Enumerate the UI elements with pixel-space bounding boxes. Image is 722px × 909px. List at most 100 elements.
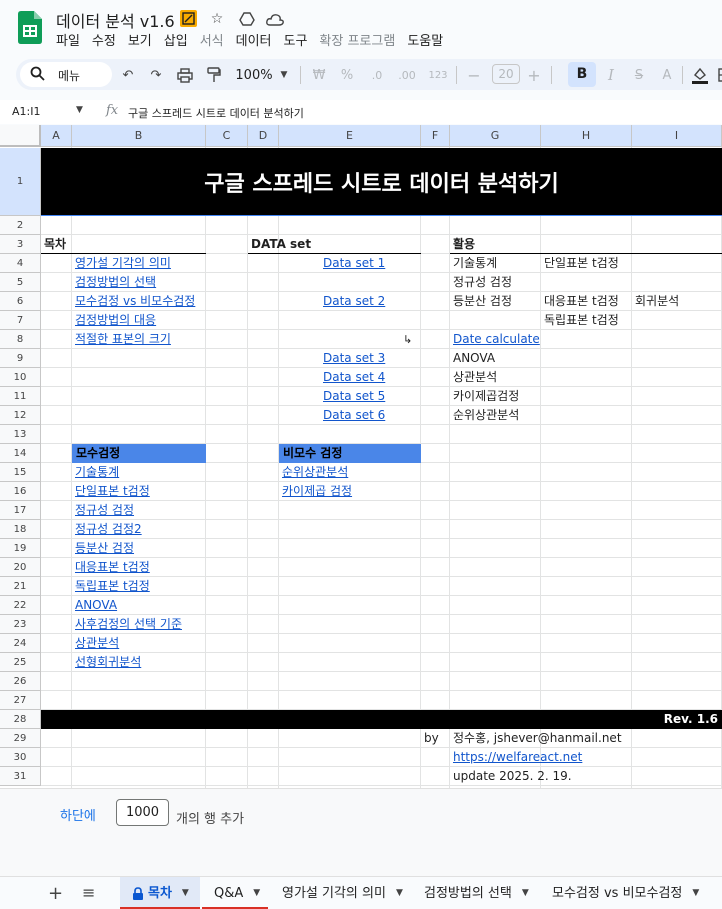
row-header-18[interactable]: 18	[0, 520, 41, 539]
row-header-24[interactable]: 24	[0, 634, 41, 653]
column-header-a[interactable]: A	[41, 125, 72, 147]
dataset-link[interactable]: Data set 6	[323, 406, 385, 425]
param-test-link[interactable]: 선형회귀분석	[75, 653, 245, 672]
param-test-link[interactable]: 정규성 검정	[75, 501, 245, 520]
row-header-19[interactable]: 19	[0, 539, 41, 558]
param-test-link[interactable]: 상관분석	[75, 634, 245, 653]
borders-icon[interactable]	[716, 65, 722, 85]
print-icon[interactable]	[175, 65, 195, 85]
row-header-15[interactable]: 15	[0, 463, 41, 482]
menu-extensions[interactable]: 확장 프로그램	[313, 32, 401, 52]
undo-icon[interactable]: ↶	[119, 65, 137, 85]
column-header-e[interactable]: E	[279, 125, 421, 147]
chevron-down-icon[interactable]: ▼	[522, 877, 529, 909]
add-sheet-icon[interactable]: +	[48, 883, 63, 904]
column-header-d[interactable]: D	[248, 125, 279, 147]
row-header-21[interactable]: 21	[0, 577, 41, 596]
row-header-12[interactable]: 12	[0, 406, 41, 425]
add-rows-button[interactable]: 하단에	[60, 805, 96, 824]
param-test-link[interactable]: 대응표본 t검정	[75, 558, 245, 577]
menu-help[interactable]: 도움말	[401, 32, 449, 52]
website-link[interactable]: https://welfareact.net	[453, 748, 629, 767]
menu-data[interactable]: 데이터	[230, 32, 278, 52]
param-test-link[interactable]: 기술통계	[75, 463, 245, 482]
menu-view[interactable]: 보기	[122, 32, 158, 52]
menu-tools[interactable]: 도구	[278, 32, 314, 52]
row-header-1[interactable]: 1	[0, 148, 41, 216]
increase-decimal-button[interactable]: .00	[394, 65, 420, 85]
row-header-16[interactable]: 16	[0, 482, 41, 501]
chevron-down-icon[interactable]: ▼	[182, 877, 189, 909]
currency-format-button[interactable]: ₩	[310, 65, 328, 85]
all-sheets-icon[interactable]: ≡	[82, 883, 95, 902]
column-header-c[interactable]: C	[206, 125, 248, 147]
row-header-7[interactable]: 7	[0, 311, 41, 330]
column-header-f[interactable]: F	[421, 125, 450, 147]
row-header-8[interactable]: 8	[0, 330, 41, 349]
number-format-button[interactable]: 123	[426, 65, 450, 85]
menu-insert[interactable]: 삽입	[158, 32, 194, 52]
text-color-button[interactable]: A	[658, 65, 676, 85]
param-test-link[interactable]: ANOVA	[75, 596, 245, 615]
bold-button[interactable]: B	[568, 62, 596, 87]
nonparam-test-link[interactable]: 카이제곱 검정	[282, 482, 447, 501]
toc-link[interactable]: 모수검정 vs 비모수검정	[75, 292, 245, 311]
move-to-drive-icon[interactable]	[238, 10, 256, 28]
row-header-27[interactable]: 27	[0, 691, 41, 710]
formula-input[interactable]: 구글 스프레드 시트로 데이터 분석하기	[128, 105, 304, 121]
name-box[interactable]: A1:I1	[12, 105, 40, 118]
spreadsheet-grid[interactable]: A B C D E F G H I 1 2 3 4 5 6 7 8 9 10 11 12 13 14 15 16 17 18 19 20…	[0, 125, 722, 788]
row-header-2[interactable]: 2	[0, 216, 41, 235]
document-title[interactable]: 데이터 분석 v1.6	[56, 8, 175, 32]
menu-file[interactable]: 파일	[50, 32, 86, 52]
row-header-3[interactable]: 3	[0, 235, 41, 254]
sheets-logo-icon[interactable]	[18, 11, 42, 44]
menu-search[interactable]: 메뉴	[20, 62, 112, 87]
row-header-17[interactable]: 17	[0, 501, 41, 520]
row-header-23[interactable]: 23	[0, 615, 41, 634]
zoom-select[interactable]: 100%	[234, 65, 274, 85]
row-header-31[interactable]: 31	[0, 767, 41, 786]
row-header-4[interactable]: 4	[0, 254, 41, 273]
param-test-link[interactable]: 정규성 검정2	[75, 520, 245, 539]
add-rows-count-input[interactable]: 1000	[116, 799, 169, 826]
column-header-i[interactable]: I	[632, 125, 722, 147]
row-header-6[interactable]: 6	[0, 292, 41, 311]
param-test-link[interactable]: 단일표본 t검정	[75, 482, 245, 501]
select-all-corner[interactable]	[0, 125, 41, 147]
tab-2[interactable]: 영가설 기각의 의미 ▼	[270, 877, 410, 909]
toc-link[interactable]: 적절한 표본의 크기	[75, 330, 245, 349]
menu-edit[interactable]: 수정	[86, 32, 122, 52]
menu-format[interactable]: 서식	[194, 32, 230, 52]
column-header-g[interactable]: G	[450, 125, 541, 147]
row-header-30[interactable]: 30	[0, 748, 41, 767]
row-header-25[interactable]: 25	[0, 653, 41, 672]
row-header-14[interactable]: 14	[0, 444, 41, 463]
star-icon[interactable]: ☆	[208, 10, 226, 28]
chevron-down-icon[interactable]: ▼	[692, 877, 699, 909]
dataset-link[interactable]: Data set 1	[323, 254, 385, 273]
row-header-13[interactable]: 13	[0, 425, 41, 444]
tab-4[interactable]: 모수검정 vs 비모수검정 ▼	[540, 877, 720, 909]
tab-0[interactable]: 목차 ▼	[120, 877, 200, 909]
dataset-link[interactable]: Data set 5	[323, 387, 385, 406]
date-calculate-link[interactable]: Date calculate	[453, 330, 540, 349]
increase-font-size-icon[interactable]: +	[526, 65, 542, 85]
decrease-decimal-button[interactable]: .0	[366, 65, 388, 85]
row-header-10[interactable]: 10	[0, 368, 41, 387]
row-header-5[interactable]: 5	[0, 273, 41, 292]
tab-1[interactable]: Q&A ▼	[202, 877, 268, 909]
row-header-20[interactable]: 20	[0, 558, 41, 577]
percent-format-button[interactable]: %	[338, 65, 356, 85]
nonparam-test-link[interactable]: 순위상관분석	[282, 463, 447, 482]
row-header-9[interactable]: 9	[0, 349, 41, 368]
toc-link[interactable]: 검정방법의 선택	[75, 273, 245, 292]
toc-link[interactable]: 영가설 기각의 의미	[75, 254, 245, 273]
chevron-down-icon[interactable]: ▼	[76, 105, 83, 115]
dataset-link[interactable]: Data set 4	[323, 368, 385, 387]
redo-icon[interactable]: ↷	[147, 65, 165, 85]
row-header-28[interactable]: 28	[0, 710, 41, 729]
tab-3[interactable]: 검정방법의 선택 ▼	[412, 877, 538, 909]
fill-color-icon[interactable]	[690, 65, 710, 85]
row-header-29[interactable]: 29	[0, 729, 41, 748]
